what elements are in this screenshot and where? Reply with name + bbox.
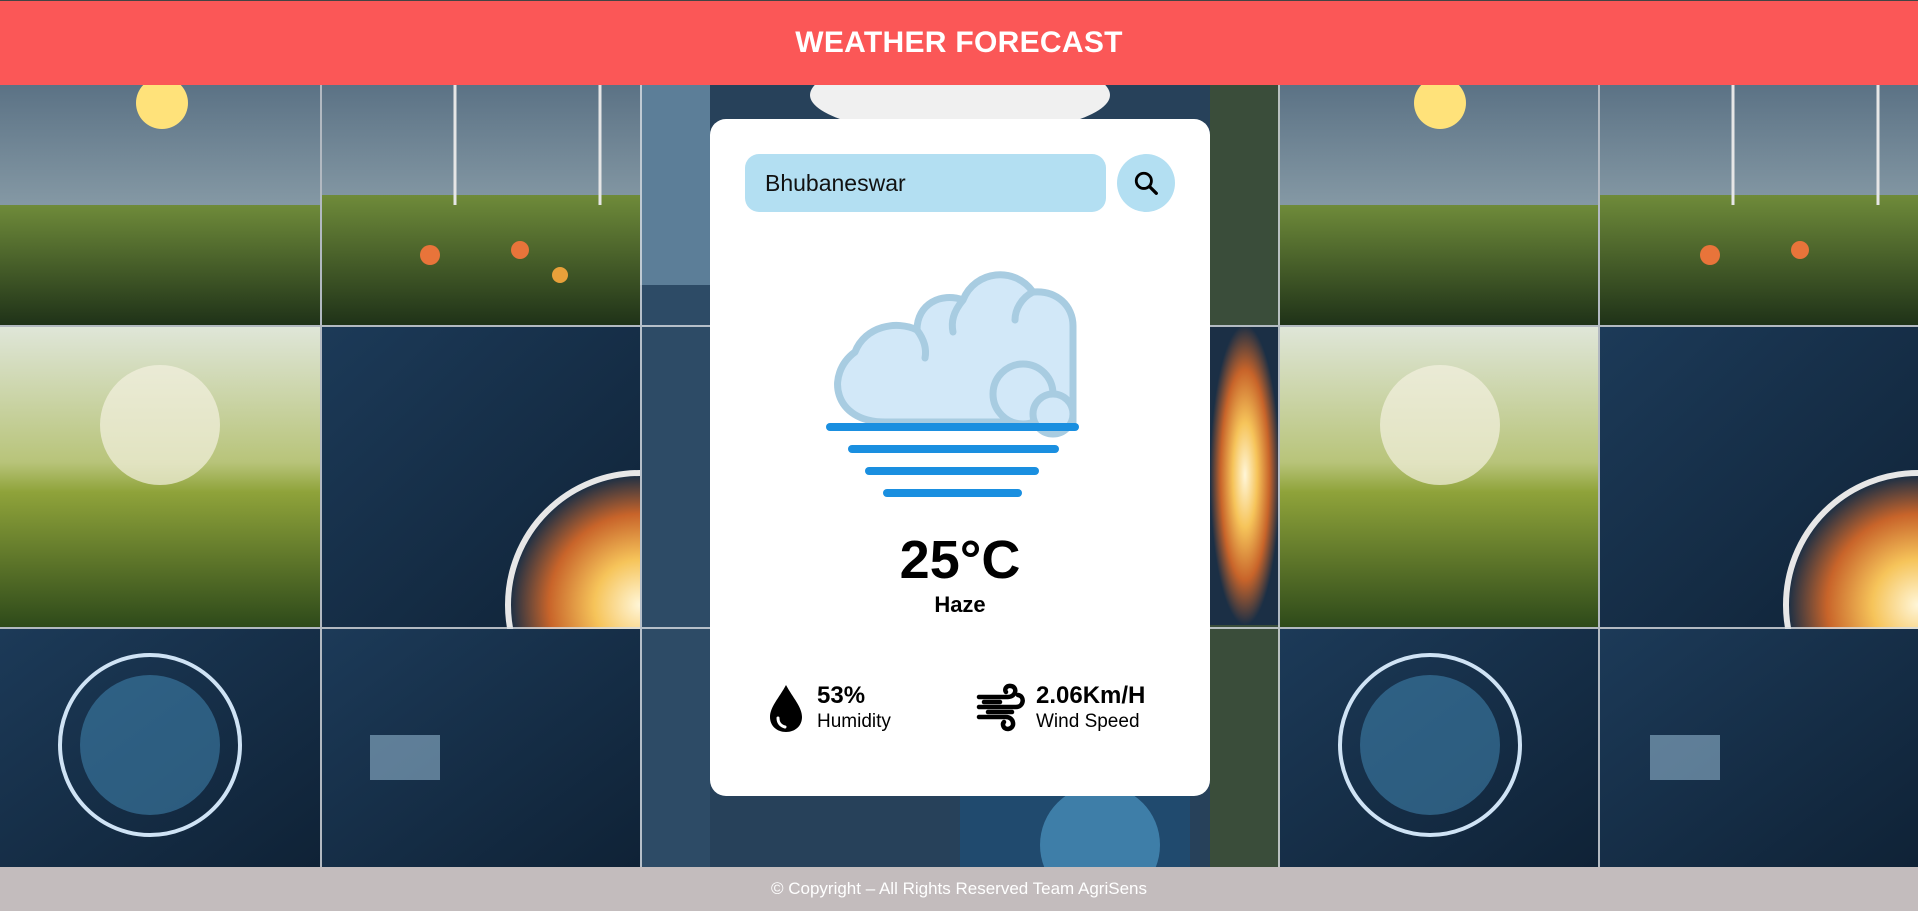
- humidity-stat: 53% Humidity: [766, 682, 936, 742]
- water-drop-icon: [770, 685, 802, 732]
- wind-value: 2.06Km/H: [1036, 682, 1146, 709]
- city-search-input[interactable]: [745, 154, 1106, 212]
- humidity-label: Humidity: [817, 711, 891, 732]
- weather-condition: Haze: [934, 592, 986, 617]
- page-footer: © Copyright – All Rights Reserved Team A…: [0, 867, 1918, 911]
- wind-label: Wind Speed: [1036, 711, 1140, 732]
- copyright-text: © Copyright – All Rights Reserved Team A…: [770, 879, 1147, 898]
- search-bar: [745, 154, 1175, 212]
- wind-icon: [976, 683, 1025, 732]
- weather-card: 25°C Haze 53% Humidity 2.06Km/H Wind Spe…: [710, 119, 1210, 796]
- page-title: WEATHER FORECAST: [795, 26, 1123, 59]
- app-header: WEATHER FORECAST: [0, 0, 1918, 85]
- search-button[interactable]: [1117, 154, 1175, 212]
- wind-stat: 2.06Km/H Wind Speed: [976, 682, 1186, 742]
- temperature: 25°C: [899, 530, 1021, 590]
- humidity-value: 53%: [817, 682, 866, 709]
- search-icon: [1134, 171, 1158, 195]
